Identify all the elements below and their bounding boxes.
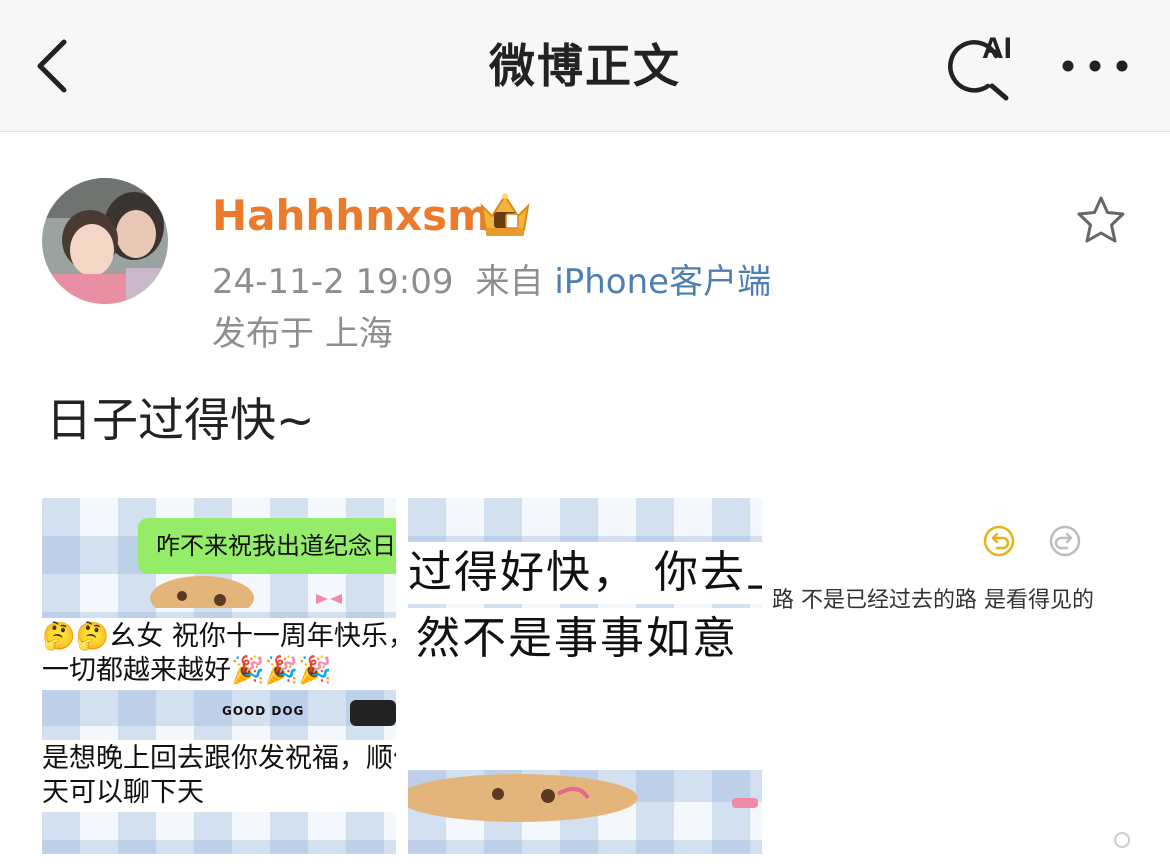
dog-sticker-icon-2 (350, 700, 396, 726)
pink-bow-icon-2 (732, 798, 758, 808)
pink-bow-icon (316, 594, 342, 604)
avatar[interactable] (42, 178, 168, 304)
good-dog-badge: GOOD DOG (222, 704, 305, 718)
chat-line-2: 一切都越来越好🎉🎉🎉 (42, 652, 396, 690)
location-value: 上海 (324, 314, 393, 354)
big-text-line-2: 然不是事事如意 (408, 608, 762, 670)
username[interactable]: Hahhhnxsm (212, 190, 491, 242)
redo-icon[interactable] (1048, 524, 1082, 558)
post-image-1[interactable]: 咋不来祝我出道纪念日 🤔🤔幺女 祝你十一周年快乐， 一切都越来越好🎉🎉🎉 GOO… (42, 498, 396, 854)
comment-peek-text: 路 不是已经过去的路 是看得见的 (772, 588, 1094, 613)
source-prefix: 来自 (475, 262, 544, 302)
favorite-star-icon[interactable] (1074, 194, 1128, 246)
crown-badge-icon (476, 190, 534, 240)
ai-label: AI (982, 32, 1012, 65)
chat-line-4: 天可以聊下天 (42, 774, 396, 812)
chat-line-1: 🤔🤔幺女 祝你十一周年快乐， (42, 618, 396, 656)
chat-bubble: 咋不来祝我出道纪念日 (138, 518, 396, 574)
chat-line-3: 是想晚上回去跟你发祝福，顺便和 (42, 740, 396, 778)
undo-icon[interactable] (982, 524, 1016, 558)
post-date: 24-11-2 19:09 (212, 262, 454, 302)
source-link[interactable]: iPhone客户端 (554, 262, 771, 302)
dog-sticker-icon (150, 576, 254, 608)
top-nav-bar: 微博正文 AI (0, 0, 1170, 132)
watermark-icon (1112, 830, 1132, 850)
big-text-line-1: 过得好快， 你去上 (408, 542, 762, 604)
post-text: 日子过得快~ (46, 393, 315, 447)
location-prefix: 发布于 (212, 314, 314, 354)
post-location: 发布于 上海 (212, 312, 393, 356)
image-2-white-band (408, 670, 762, 770)
ai-search-icon[interactable]: AI (942, 28, 1022, 104)
dog-sticker-icon-3 (408, 774, 638, 822)
post-meta: 24-11-2 19:09 来自 iPhone客户端 (212, 260, 771, 304)
post-image-2[interactable]: 过得好快， 你去上 然不是事事如意 (408, 498, 762, 854)
more-options-icon[interactable] (1058, 50, 1132, 82)
